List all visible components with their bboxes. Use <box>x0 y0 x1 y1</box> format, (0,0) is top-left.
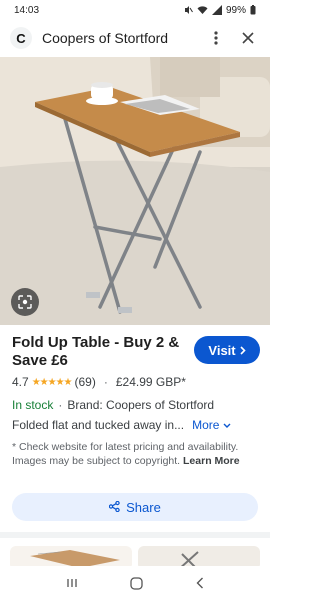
related-images <box>0 540 270 566</box>
more-label: More <box>192 418 220 432</box>
status-icons: 99% <box>183 5 256 16</box>
status-time: 14:03 <box>14 4 40 16</box>
review-count[interactable]: (69) <box>75 375 96 389</box>
rating-value: 4.7 <box>12 375 29 389</box>
learn-more-link[interactable]: Learn More <box>183 455 240 467</box>
lens-icon[interactable] <box>11 288 39 316</box>
status-bar: 14:03 99% <box>0 0 270 20</box>
star-rating-icon: ★★★★★ <box>31 376 73 388</box>
related-image[interactable] <box>10 546 132 566</box>
close-icon[interactable] <box>236 26 260 50</box>
recent-apps-icon[interactable] <box>66 577 78 589</box>
related-image[interactable] <box>138 546 260 566</box>
brand: Brand: Coopers of Stortford <box>67 398 215 412</box>
product-image[interactable] <box>0 57 270 325</box>
site-title: Coopers of Stortford <box>42 30 169 46</box>
separator: · <box>103 375 108 389</box>
stock-row: In stock · Brand: Coopers of Stortford <box>12 398 260 412</box>
product-details: Fold Up Table - Buy 2 & Save £6 Visit 4.… <box>12 334 260 468</box>
share-button[interactable]: Share <box>12 493 258 521</box>
chevron-down-icon <box>223 418 231 432</box>
share-label: Share <box>126 499 161 515</box>
more-button[interactable]: More <box>192 418 231 432</box>
system-nav-bar <box>0 566 270 600</box>
share-icon <box>108 500 120 515</box>
chevron-right-icon <box>240 343 246 358</box>
title-row: Fold Up Table - Buy 2 & Save £6 Visit <box>12 334 260 370</box>
description-row: Folded flat and tucked away in... More <box>12 418 260 432</box>
signal-icon <box>211 5 222 15</box>
battery-percent: 99% <box>225 4 246 16</box>
price: £24.99 GBP* <box>115 375 186 389</box>
battery-icon <box>250 5 256 15</box>
more-vert-icon[interactable] <box>204 26 228 50</box>
visit-label: Visit <box>208 342 236 358</box>
site-logo[interactable]: C <box>10 27 32 49</box>
mute-icon <box>183 5 193 15</box>
rating-row: 4.7 ★★★★★ (69) · £24.99 GBP* <box>12 375 260 389</box>
wifi-icon <box>197 5 208 15</box>
stock-status: In stock <box>12 398 54 412</box>
disclaimer: * Check website for latest pricing and a… <box>12 440 260 468</box>
visit-button[interactable]: Visit <box>194 336 260 364</box>
top-bar: C Coopers of Stortford <box>0 22 270 54</box>
product-title[interactable]: Fold Up Table - Buy 2 & Save £6 <box>12 334 182 370</box>
home-icon[interactable] <box>130 576 144 590</box>
description: Folded flat and tucked away in... <box>12 418 185 432</box>
back-icon[interactable] <box>196 577 204 589</box>
separator: · <box>58 398 63 412</box>
divider <box>0 532 270 538</box>
